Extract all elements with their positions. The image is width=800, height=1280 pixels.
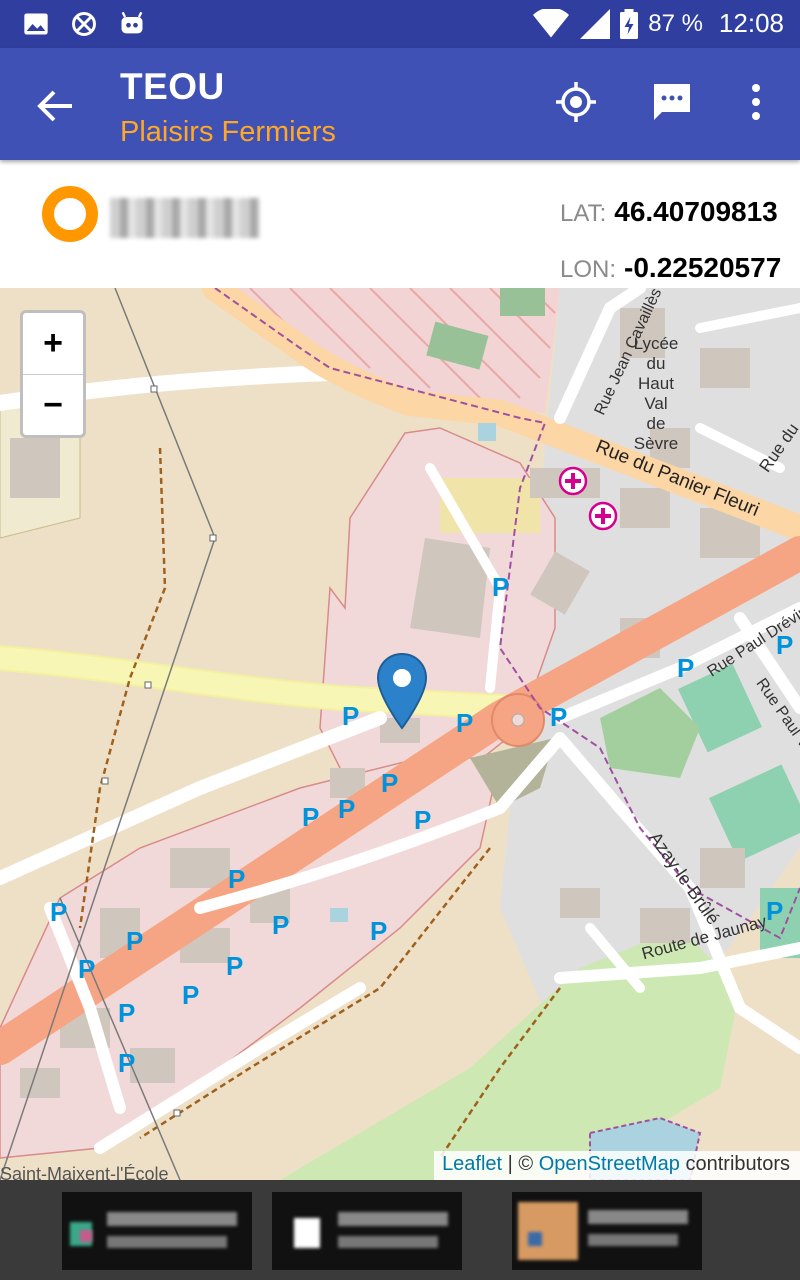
- lat-label: LAT:: [560, 200, 607, 227]
- back-button[interactable]: [28, 78, 84, 134]
- parking-icon: P: [677, 653, 695, 683]
- pharmacy-icon: [588, 501, 618, 531]
- osm-link[interactable]: OpenStreetMap: [539, 1153, 680, 1175]
- app-icon: [72, 12, 96, 36]
- page-subtitle: Plaisirs Fermiers: [120, 116, 336, 148]
- arrow-back-icon: [37, 90, 72, 122]
- app-bar: TEOU Plaisirs Fermiers: [0, 48, 800, 160]
- zoom-control: + −: [20, 310, 86, 438]
- lon-value: -0.22520577: [624, 252, 782, 283]
- more-vert-icon: [752, 84, 760, 120]
- parking-icon: P: [126, 926, 144, 956]
- parking-icon: P: [182, 980, 200, 1010]
- parking-icon: P: [50, 897, 68, 927]
- parking-icon: P: [118, 1048, 136, 1078]
- parking-icon: P: [302, 802, 320, 832]
- signal-icon: [580, 8, 611, 39]
- longitude-row: LON: -0.22520577: [560, 252, 781, 284]
- parking-icon: P: [272, 910, 290, 940]
- map-attribution: Leaflet | © OpenStreetMap contributors: [434, 1151, 800, 1180]
- parking-icon: P: [228, 864, 246, 894]
- latitude-row: LAT: 46.40709813: [560, 196, 778, 228]
- blurred-name: [110, 198, 260, 238]
- parking-icon: P: [414, 805, 432, 835]
- battery-percent: 87 %: [648, 9, 703, 37]
- pharmacy-icon: [558, 466, 588, 496]
- lat-value: 46.40709813: [614, 196, 778, 227]
- parking-icon: P: [338, 794, 356, 824]
- leaflet-link[interactable]: Leaflet: [442, 1153, 502, 1175]
- place-info-panel: LAT: 46.40709813 LON: -0.22520577: [0, 160, 800, 288]
- place-logo-icon: [42, 186, 98, 242]
- page-title: TEOU: [120, 66, 225, 107]
- lon-label: LON:: [560, 256, 617, 283]
- parking-icon: P: [342, 701, 360, 731]
- parking-icon: P: [370, 916, 388, 946]
- parking-icon: P: [381, 768, 399, 798]
- wifi-icon: [533, 8, 570, 37]
- parking-icon: P: [118, 998, 136, 1028]
- zoom-out-button[interactable]: −: [23, 375, 83, 436]
- thumbnail-2[interactable]: [272, 1192, 462, 1270]
- map-view[interactable]: PPPPPPPPPPPPPPPPPPPPP Lycée du Haut Val de Sè…: [0, 288, 800, 1180]
- label-saint-maixent: Saint-Maixent-l'École: [0, 1164, 169, 1180]
- zoom-in-button[interactable]: +: [23, 313, 83, 375]
- bottom-strip: [0, 1180, 800, 1280]
- parking-icon: P: [78, 954, 96, 984]
- more-options-button[interactable]: [728, 74, 784, 130]
- parking-icon: P: [550, 702, 568, 732]
- thumbnail-1[interactable]: [62, 1192, 252, 1270]
- location-pin-marker[interactable]: [374, 652, 430, 732]
- parking-icon: P: [456, 708, 474, 738]
- parking-icon: P: [492, 572, 510, 602]
- locate-button[interactable]: [548, 74, 604, 130]
- parking-icon: P: [226, 951, 244, 981]
- parking-icon: P: [766, 896, 784, 926]
- message-icon: [654, 84, 690, 120]
- status-bar: 87 % 12:08: [0, 0, 800, 48]
- battery-icon: [620, 8, 639, 39]
- thumbnail-3[interactable]: [512, 1192, 702, 1270]
- message-button[interactable]: [644, 74, 700, 130]
- image-icon: [24, 13, 48, 35]
- robot-icon: [121, 11, 143, 34]
- clock: 12:08: [718, 8, 784, 38]
- locate-icon: [556, 82, 596, 122]
